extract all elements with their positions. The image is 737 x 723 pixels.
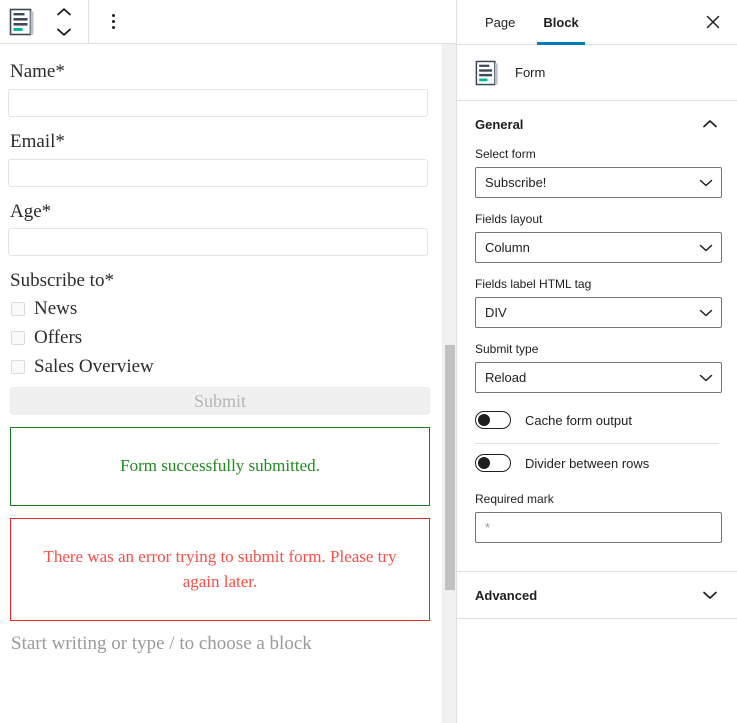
fields-layout-dropdown[interactable]: Column — [475, 232, 722, 263]
checkbox-row-sales-overview[interactable]: Sales Overview — [11, 356, 448, 379]
checkbox-label-news: News — [34, 298, 78, 319]
panel-general: General Select form Subscribe! Fields la… — [457, 101, 737, 572]
editor-scrollbar-thumb[interactable] — [445, 345, 455, 590]
form-block-icon — [475, 60, 498, 85]
label-select-form: Select form — [475, 147, 536, 161]
more-vertical-icon — [111, 14, 115, 29]
chevron-down-icon — [699, 374, 713, 381]
toggle-row-cache-form-output: Cache form output — [475, 407, 719, 439]
panel-general-body: Select form Subscribe! Fields layout Col… — [457, 147, 737, 571]
editor-window: Name* Email* Age* Subscribe to* News Off… — [0, 0, 737, 723]
submit-type-value: Reload — [485, 370, 527, 385]
form-block-icon-button[interactable] — [0, 0, 44, 44]
toggle-knob — [478, 414, 490, 426]
panel-advanced-title: Advanced — [475, 587, 538, 603]
chevron-down-icon — [57, 28, 71, 36]
chevron-down-icon — [703, 591, 717, 599]
form-error-message: There was an error trying to submit form… — [10, 518, 430, 622]
move-down-button[interactable] — [49, 23, 79, 41]
toggle-row-divider-between-rows: Divider between rows — [475, 443, 719, 482]
select-form-value: Subscribe! — [485, 175, 547, 190]
age-input[interactable] — [8, 228, 428, 257]
sidebar-tabs: Page Block — [457, 0, 737, 45]
field-label-age: Age* — [10, 200, 52, 222]
label-fields-label-html-tag: Fields label HTML tag — [475, 277, 592, 291]
control-fields-layout: Fields layout Column — [475, 212, 722, 263]
label-cache-form-output: Cache form output — [525, 412, 632, 428]
form-success-message: Form successfully submitted. — [10, 427, 430, 507]
field-label-subscribe-to: Subscribe to* — [10, 270, 114, 292]
panel-general-title: General — [475, 116, 524, 132]
editor-scrollbar[interactable] — [442, 44, 456, 723]
checkbox-sales-overview[interactable] — [11, 359, 25, 374]
control-fields-label-html-tag: Fields label HTML tag DIV — [475, 277, 722, 328]
tab-block[interactable]: Block — [529, 0, 592, 45]
block-card: Form — [457, 45, 737, 101]
select-form-dropdown[interactable]: Subscribe! — [475, 167, 722, 198]
move-up-button[interactable] — [49, 3, 79, 21]
required-mark-input[interactable] — [475, 512, 722, 543]
checkbox-label-sales-overview: Sales Overview — [34, 355, 154, 377]
checkbox-row-offers[interactable]: Offers — [11, 327, 448, 350]
form-block: Name* Email* Age* Subscribe to* News Off… — [0, 60, 456, 655]
fields-label-html-tag-dropdown[interactable]: DIV — [475, 297, 722, 328]
name-input[interactable] — [8, 88, 428, 117]
close-icon — [706, 15, 720, 29]
tab-page[interactable]: Page — [471, 0, 529, 44]
chevron-up-icon — [57, 7, 71, 15]
label-required-mark: Required mark — [475, 492, 554, 506]
chevron-down-icon — [699, 179, 713, 186]
panel-general-header[interactable]: General — [457, 101, 737, 147]
checkbox-offers[interactable] — [11, 331, 25, 346]
checkbox-row-news[interactable]: News — [11, 298, 448, 321]
control-select-form: Select form Subscribe! — [475, 147, 722, 198]
chevron-down-icon — [699, 244, 713, 251]
email-input[interactable] — [8, 158, 428, 187]
post-editor-pane: Name* Email* Age* Subscribe to* News Off… — [0, 0, 456, 723]
form-block-icon — [9, 8, 34, 35]
panel-advanced-header[interactable]: Advanced — [457, 572, 737, 618]
block-toolbar — [0, 0, 456, 44]
toggle-knob — [478, 457, 490, 469]
toggle-cache-form-output[interactable] — [475, 411, 511, 429]
fields-layout-value: Column — [485, 240, 530, 255]
label-fields-layout: Fields layout — [475, 212, 543, 226]
checkbox-news[interactable] — [11, 302, 25, 317]
field-label-email: Email* — [10, 130, 65, 152]
block-movers — [44, 0, 84, 44]
toggle-divider-between-rows[interactable] — [475, 454, 511, 472]
chevron-up-icon — [703, 120, 717, 128]
block-card-title: Form — [515, 65, 546, 80]
empty-paragraph-placeholder[interactable]: Start writing or type / to choose a bloc… — [11, 633, 448, 655]
block-options-button[interactable] — [89, 0, 137, 44]
label-submit-type: Submit type — [475, 342, 539, 356]
label-divider-between-rows: Divider between rows — [525, 455, 650, 471]
close-settings-button[interactable] — [697, 6, 729, 38]
editor-canvas[interactable]: Name* Email* Age* Subscribe to* News Off… — [0, 44, 456, 723]
checkbox-label-offers: Offers — [34, 326, 83, 348]
submit-type-dropdown[interactable]: Reload — [475, 362, 722, 393]
control-required-mark: Required mark — [475, 492, 722, 543]
fields-label-html-tag-value: DIV — [485, 305, 507, 320]
field-label-name: Name* — [10, 61, 65, 82]
panel-advanced: Advanced — [457, 572, 737, 619]
settings-sidebar: Page Block Form General Select form Subs… — [456, 0, 737, 723]
chevron-down-icon — [699, 309, 713, 316]
control-submit-type: Submit type Reload — [475, 342, 722, 393]
submit-button[interactable]: Submit — [10, 387, 430, 416]
